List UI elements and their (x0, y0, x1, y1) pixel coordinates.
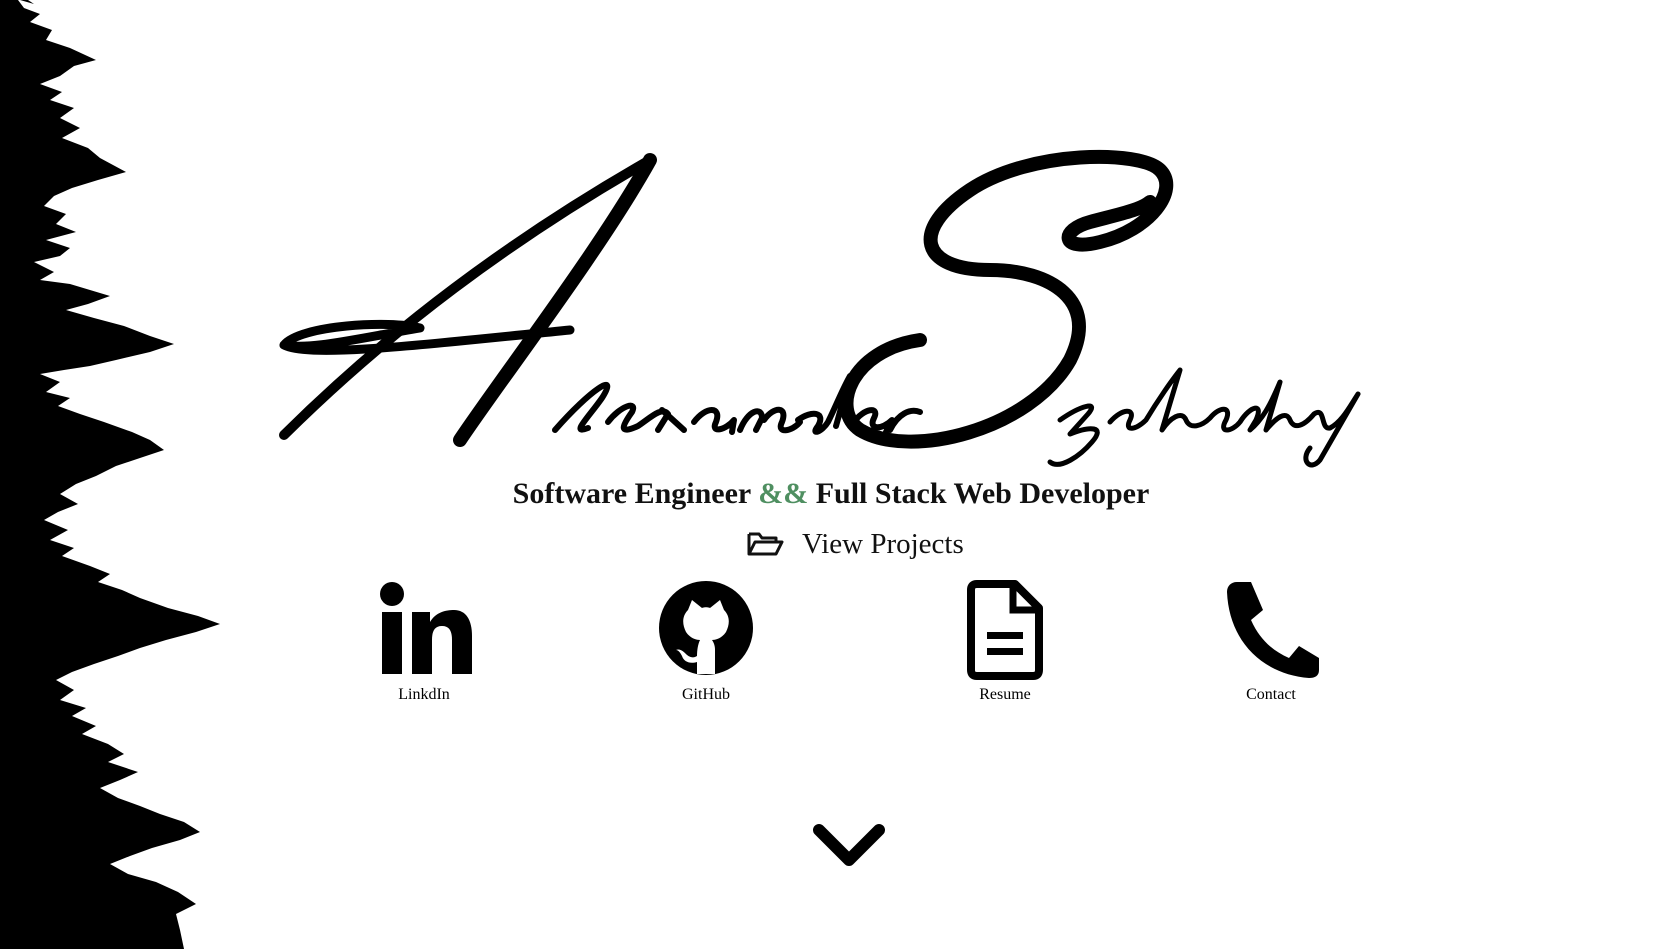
subtitle: Software Engineer && Full Stack Web Deve… (0, 476, 1662, 512)
landing-page: Alexander Szelestey Software Engineer &&… (0, 0, 1662, 949)
phone-icon (1227, 582, 1319, 678)
signature-logo: Alexander Szelestey (270, 130, 1390, 480)
view-projects-label: View Projects (802, 528, 964, 560)
contact-link[interactable]: Contact (1191, 580, 1351, 704)
view-projects-button[interactable]: View Projects (746, 524, 964, 564)
github-link[interactable]: GitHub (626, 580, 786, 704)
signature-graphic (279, 149, 1361, 468)
subtitle-role-2: Full Stack Web Developer (815, 477, 1150, 510)
subtitle-role-1: Software Engineer (512, 477, 751, 510)
folder-open-icon (747, 532, 784, 556)
linkedin-icon (380, 582, 472, 674)
resume-link[interactable]: Resume (925, 580, 1085, 704)
github-label: GitHub (682, 686, 730, 703)
document-icon (967, 580, 1043, 680)
pine-tree-silhouette (0, 0, 220, 949)
subtitle-separator: && (758, 477, 809, 510)
linkedin-label: LinkdIn (398, 686, 450, 703)
chevron-down-icon[interactable] (813, 820, 885, 870)
contact-label: Contact (1246, 686, 1296, 703)
github-icon (659, 581, 753, 675)
resume-label: Resume (979, 686, 1031, 703)
linkedin-link[interactable]: LinkdIn (344, 580, 504, 704)
